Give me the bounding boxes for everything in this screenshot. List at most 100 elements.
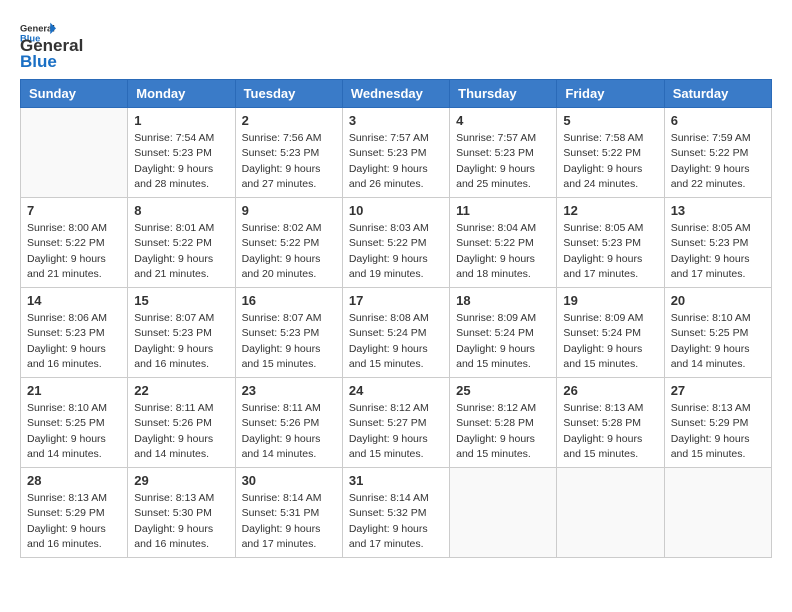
- day-info: Sunrise: 8:02 AM Sunset: 5:22 PM Dayligh…: [242, 221, 336, 282]
- day-number: 12: [563, 203, 657, 218]
- calendar-header-row: SundayMondayTuesdayWednesdayThursdayFrid…: [21, 80, 772, 108]
- calendar-cell: 5 Sunrise: 7:58 AM Sunset: 5:22 PM Daylig…: [557, 108, 664, 198]
- day-number: 27: [671, 383, 765, 398]
- day-info: Sunrise: 7:57 AM Sunset: 5:23 PM Dayligh…: [349, 131, 443, 192]
- day-number: 20: [671, 293, 765, 308]
- day-info: Sunrise: 8:12 AM Sunset: 5:28 PM Dayligh…: [456, 401, 550, 462]
- calendar-cell: 17 Sunrise: 8:08 AM Sunset: 5:24 PM Dayli…: [342, 288, 449, 378]
- week-row: 28 Sunrise: 8:13 AM Sunset: 5:29 PM Dayli…: [21, 468, 772, 558]
- header: General Blue General Blue: [20, 20, 772, 71]
- day-info: Sunrise: 8:00 AM Sunset: 5:22 PM Dayligh…: [27, 221, 121, 282]
- calendar-day-header: Sunday: [21, 80, 128, 108]
- day-info: Sunrise: 7:56 AM Sunset: 5:23 PM Dayligh…: [242, 131, 336, 192]
- week-row: 21 Sunrise: 8:10 AM Sunset: 5:25 PM Dayli…: [21, 378, 772, 468]
- calendar-cell: 26 Sunrise: 8:13 AM Sunset: 5:28 PM Dayli…: [557, 378, 664, 468]
- calendar-cell: 10Sunrise: 8:03 AM Sunset: 5:22 PM Dayli…: [342, 198, 449, 288]
- day-number: 13: [671, 203, 765, 218]
- day-number: 26: [563, 383, 657, 398]
- logo-blue-text: Blue: [20, 52, 83, 72]
- calendar-cell: 7 Sunrise: 8:00 AM Sunset: 5:22 PM Daylig…: [21, 198, 128, 288]
- day-info: Sunrise: 8:07 AM Sunset: 5:23 PM Dayligh…: [242, 311, 336, 372]
- day-number: 3: [349, 113, 443, 128]
- calendar-day-header: Wednesday: [342, 80, 449, 108]
- calendar-cell: 2 Sunrise: 7:56 AM Sunset: 5:23 PM Daylig…: [235, 108, 342, 198]
- calendar-cell: 15Sunrise: 8:07 AM Sunset: 5:23 PM Dayli…: [128, 288, 235, 378]
- calendar-cell: 19 Sunrise: 8:09 AM Sunset: 5:24 PM Dayli…: [557, 288, 664, 378]
- day-number: 24: [349, 383, 443, 398]
- calendar-cell: 18Sunrise: 8:09 AM Sunset: 5:24 PM Dayli…: [450, 288, 557, 378]
- calendar-day-header: Thursday: [450, 80, 557, 108]
- day-number: 14: [27, 293, 121, 308]
- day-number: 7: [27, 203, 121, 218]
- calendar-cell: 14 Sunrise: 8:06 AM Sunset: 5:23 PM Dayli…: [21, 288, 128, 378]
- day-number: 11: [456, 203, 550, 218]
- calendar-cell: 11 Sunrise: 8:04 AM Sunset: 5:22 PM Dayli…: [450, 198, 557, 288]
- day-info: Sunrise: 7:59 AM Sunset: 5:22 PM Dayligh…: [671, 131, 765, 192]
- day-number: 18: [456, 293, 550, 308]
- day-info: Sunrise: 8:05 AM Sunset: 5:23 PM Dayligh…: [563, 221, 657, 282]
- calendar-day-header: Friday: [557, 80, 664, 108]
- calendar-cell: [21, 108, 128, 198]
- calendar-cell: 25 Sunrise: 8:12 AM Sunset: 5:28 PM Dayli…: [450, 378, 557, 468]
- calendar-cell: 21 Sunrise: 8:10 AM Sunset: 5:25 PM Dayli…: [21, 378, 128, 468]
- day-number: 5: [563, 113, 657, 128]
- calendar-cell: 23 Sunrise: 8:11 AM Sunset: 5:26 PM Dayli…: [235, 378, 342, 468]
- calendar-cell: 12 Sunrise: 8:05 AM Sunset: 5:23 PM Dayli…: [557, 198, 664, 288]
- day-info: Sunrise: 8:13 AM Sunset: 5:30 PM Dayligh…: [134, 491, 228, 552]
- calendar-day-header: Tuesday: [235, 80, 342, 108]
- calendar-cell: 9 Sunrise: 8:02 AM Sunset: 5:22 PM Daylig…: [235, 198, 342, 288]
- calendar-cell: 30 Sunrise: 8:14 AM Sunset: 5:31 PM Dayli…: [235, 468, 342, 558]
- day-info: Sunrise: 8:01 AM Sunset: 5:22 PM Dayligh…: [134, 221, 228, 282]
- day-info: Sunrise: 7:58 AM Sunset: 5:22 PM Dayligh…: [563, 131, 657, 192]
- calendar-cell: 4Sunrise: 7:57 AM Sunset: 5:23 PM Daylig…: [450, 108, 557, 198]
- day-info: Sunrise: 8:10 AM Sunset: 5:25 PM Dayligh…: [671, 311, 765, 372]
- day-number: 10: [349, 203, 443, 218]
- day-number: 28: [27, 473, 121, 488]
- day-number: 22: [134, 383, 228, 398]
- day-info: Sunrise: 8:13 AM Sunset: 5:29 PM Dayligh…: [671, 401, 765, 462]
- day-number: 19: [563, 293, 657, 308]
- day-number: 6: [671, 113, 765, 128]
- day-info: Sunrise: 7:54 AM Sunset: 5:23 PM Dayligh…: [134, 131, 228, 192]
- day-number: 9: [242, 203, 336, 218]
- svg-text:General: General: [20, 23, 55, 33]
- day-info: Sunrise: 8:13 AM Sunset: 5:28 PM Dayligh…: [563, 401, 657, 462]
- day-number: 30: [242, 473, 336, 488]
- day-info: Sunrise: 8:05 AM Sunset: 5:23 PM Dayligh…: [671, 221, 765, 282]
- calendar-cell: [557, 468, 664, 558]
- day-number: 21: [27, 383, 121, 398]
- calendar-table: SundayMondayTuesdayWednesdayThursdayFrid…: [20, 79, 772, 558]
- calendar-cell: 28 Sunrise: 8:13 AM Sunset: 5:29 PM Dayli…: [21, 468, 128, 558]
- week-row: 1 Sunrise: 7:54 AM Sunset: 5:23 PM Daylig…: [21, 108, 772, 198]
- day-number: 1: [134, 113, 228, 128]
- week-row: 14 Sunrise: 8:06 AM Sunset: 5:23 PM Dayli…: [21, 288, 772, 378]
- calendar-cell: 16Sunrise: 8:07 AM Sunset: 5:23 PM Dayli…: [235, 288, 342, 378]
- day-info: Sunrise: 8:14 AM Sunset: 5:32 PM Dayligh…: [349, 491, 443, 552]
- day-number: 4: [456, 113, 550, 128]
- logo-area: General Blue General Blue: [20, 20, 83, 71]
- calendar-cell: 3 Sunrise: 7:57 AM Sunset: 5:23 PM Daylig…: [342, 108, 449, 198]
- day-info: Sunrise: 8:14 AM Sunset: 5:31 PM Dayligh…: [242, 491, 336, 552]
- day-info: Sunrise: 8:11 AM Sunset: 5:26 PM Dayligh…: [134, 401, 228, 462]
- calendar-cell: 29Sunrise: 8:13 AM Sunset: 5:30 PM Dayli…: [128, 468, 235, 558]
- day-number: 31: [349, 473, 443, 488]
- day-info: Sunrise: 8:09 AM Sunset: 5:24 PM Dayligh…: [563, 311, 657, 372]
- day-number: 23: [242, 383, 336, 398]
- day-info: Sunrise: 8:12 AM Sunset: 5:27 PM Dayligh…: [349, 401, 443, 462]
- calendar-cell: 13 Sunrise: 8:05 AM Sunset: 5:23 PM Dayli…: [664, 198, 771, 288]
- day-info: Sunrise: 8:11 AM Sunset: 5:26 PM Dayligh…: [242, 401, 336, 462]
- day-info: Sunrise: 8:10 AM Sunset: 5:25 PM Dayligh…: [27, 401, 121, 462]
- calendar-cell: 27 Sunrise: 8:13 AM Sunset: 5:29 PM Dayli…: [664, 378, 771, 468]
- day-info: Sunrise: 8:08 AM Sunset: 5:24 PM Dayligh…: [349, 311, 443, 372]
- day-info: Sunrise: 8:13 AM Sunset: 5:29 PM Dayligh…: [27, 491, 121, 552]
- day-number: 17: [349, 293, 443, 308]
- day-number: 25: [456, 383, 550, 398]
- day-info: Sunrise: 8:04 AM Sunset: 5:22 PM Dayligh…: [456, 221, 550, 282]
- calendar-cell: 24 Sunrise: 8:12 AM Sunset: 5:27 PM Dayli…: [342, 378, 449, 468]
- day-number: 15: [134, 293, 228, 308]
- calendar-cell: [664, 468, 771, 558]
- day-number: 2: [242, 113, 336, 128]
- day-info: Sunrise: 8:06 AM Sunset: 5:23 PM Dayligh…: [27, 311, 121, 372]
- calendar-cell: 22 Sunrise: 8:11 AM Sunset: 5:26 PM Dayli…: [128, 378, 235, 468]
- calendar-day-header: Saturday: [664, 80, 771, 108]
